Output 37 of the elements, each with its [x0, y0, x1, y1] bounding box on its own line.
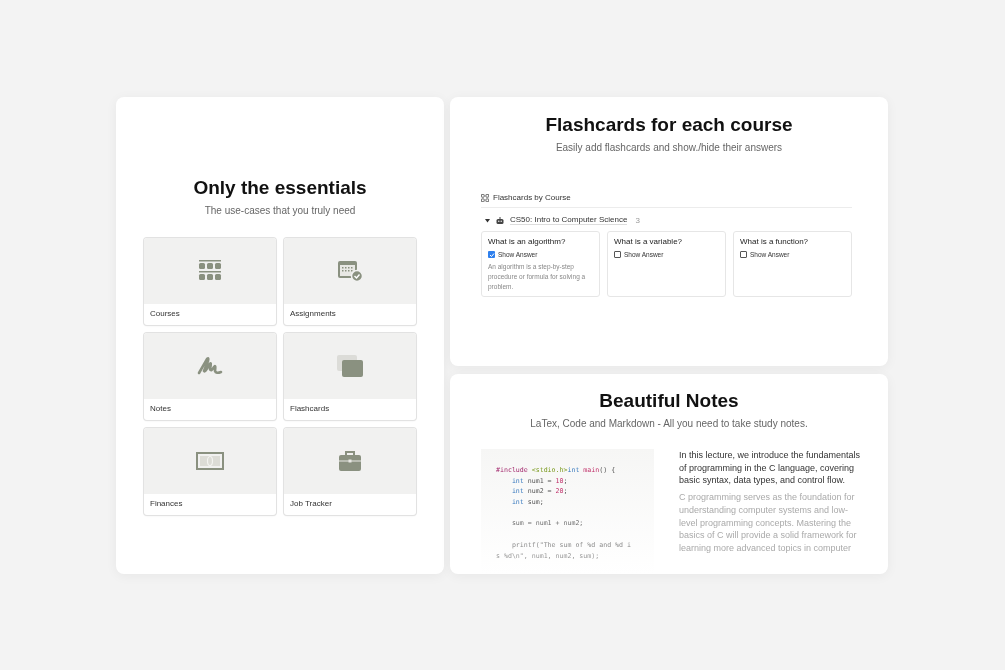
group-count: 3: [635, 215, 640, 225]
view-title[interactable]: Flashcards by Course: [493, 193, 571, 202]
panel-title: Only the essentials: [193, 177, 367, 199]
panel-subtitle: The use-cases that you truly need: [204, 205, 356, 216]
tile-label: Courses: [149, 308, 181, 320]
note-paragraph: C programming serves as the foundation for understanding computer systems and low-level programming concepts. Mastering the basics of C will provide a solid framework for learning more advanced topics in computer: [679, 491, 858, 555]
tile-label: Flashcards: [289, 403, 331, 415]
tile-label: Notes: [149, 403, 172, 415]
panel-subtitle: Easily add flashcards and show./hide their answers: [555, 142, 783, 153]
card-question: What is a function?: [740, 237, 810, 246]
toggle-triangle-icon[interactable]: [485, 217, 490, 223]
grid-icon: [198, 260, 222, 282]
checkbox[interactable]: [614, 251, 621, 258]
tile-label: Finances: [149, 498, 184, 510]
calendar-check-icon: [337, 260, 363, 282]
tile-label: Job Tracker: [289, 498, 333, 510]
group-name[interactable]: CS50: Intro to Computer Science: [510, 215, 628, 225]
card-question: What is a variable?: [614, 237, 684, 246]
panel-title: Flashcards for each course: [545, 114, 793, 136]
gallery-icon: [481, 193, 489, 202]
banknote-icon: [196, 452, 224, 470]
page-tile[interactable]: Courses: [144, 238, 276, 325]
note-paragraph: In this lecture, we introduce the fundamentals of programming in the C language, covering basic syntax, data types, and control flow.: [679, 449, 861, 488]
checkbox[interactable]: [740, 251, 747, 258]
card-question: What is an algorithm?: [488, 237, 567, 246]
briefcase-icon: [338, 450, 362, 472]
page-tile[interactable]: Job Tracker: [284, 428, 416, 515]
panel-subtitle: LaTex, Code and Markdown - All you need to take study notes.: [530, 418, 808, 429]
page-tile[interactable]: Flashcards: [284, 333, 416, 420]
tile-label: Assignments: [289, 308, 337, 320]
page-tile[interactable]: Finances: [144, 428, 276, 515]
page-tile[interactable]: Assignments: [284, 238, 416, 325]
cards-icon: [336, 354, 364, 378]
robot-icon: [496, 216, 504, 224]
panel-title: Beautiful Notes: [599, 390, 739, 412]
scribble-icon: [197, 355, 223, 377]
page-tile[interactable]: Notes: [144, 333, 276, 420]
